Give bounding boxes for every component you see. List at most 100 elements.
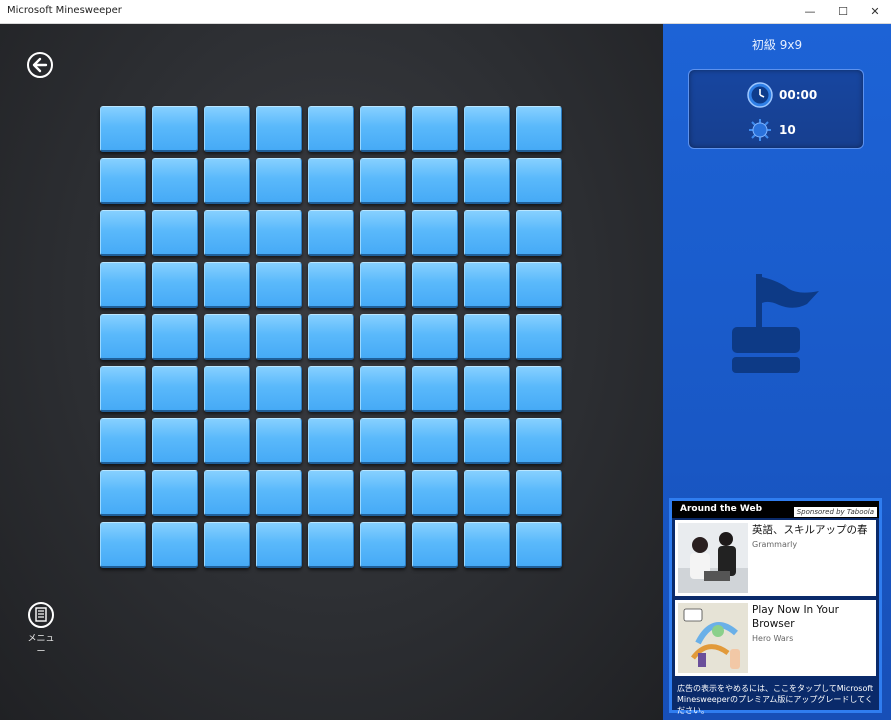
- minefield-tile[interactable]: [308, 106, 354, 152]
- ad-upgrade-notice[interactable]: 広告の表示をやめるには、ここをタップしてMicrosoft Minesweepe…: [677, 683, 877, 716]
- minefield-tile[interactable]: [204, 470, 250, 516]
- minimize-button[interactable]: —: [794, 0, 826, 23]
- minefield-tile[interactable]: [152, 262, 198, 308]
- minefield-tile[interactable]: [152, 158, 198, 204]
- minefield-tile[interactable]: [516, 418, 562, 464]
- minefield-tile[interactable]: [464, 418, 510, 464]
- minefield-tile[interactable]: [412, 314, 458, 360]
- minefield-tile[interactable]: [360, 158, 406, 204]
- minefield-tile[interactable]: [412, 470, 458, 516]
- minefield-tile[interactable]: [256, 262, 302, 308]
- minefield-tile[interactable]: [464, 262, 510, 308]
- minefield-tile[interactable]: [256, 314, 302, 360]
- back-button[interactable]: [27, 52, 53, 78]
- minefield-tile[interactable]: [100, 366, 146, 412]
- minefield-tile[interactable]: [360, 314, 406, 360]
- minefield-tile[interactable]: [308, 314, 354, 360]
- minefield-tile[interactable]: [100, 158, 146, 204]
- minefield-tile[interactable]: [100, 470, 146, 516]
- minefield-tile[interactable]: [100, 418, 146, 464]
- minefield-tile[interactable]: [516, 522, 562, 568]
- maximize-button[interactable]: ☐: [827, 0, 859, 23]
- minefield-tile[interactable]: [464, 366, 510, 412]
- minefield-tile[interactable]: [464, 158, 510, 204]
- minefield-tile[interactable]: [256, 158, 302, 204]
- minefield-tile[interactable]: [308, 210, 354, 256]
- minefield-tile[interactable]: [412, 418, 458, 464]
- minefield-tile[interactable]: [152, 418, 198, 464]
- minefield-tile[interactable]: [152, 106, 198, 152]
- minefield-tile[interactable]: [412, 106, 458, 152]
- minefield-tile[interactable]: [308, 418, 354, 464]
- ad-item[interactable]: 英語、スキルアップの春 Grammarly: [675, 520, 876, 596]
- minefield-tile[interactable]: [256, 106, 302, 152]
- minefield-tile[interactable]: [152, 314, 198, 360]
- minefield-tile[interactable]: [308, 366, 354, 412]
- minefield-tile[interactable]: [360, 106, 406, 152]
- minefield-tile[interactable]: [100, 210, 146, 256]
- minefield-tile[interactable]: [412, 366, 458, 412]
- minefield-tile[interactable]: [204, 210, 250, 256]
- minefield-tile[interactable]: [516, 262, 562, 308]
- minefield-tile[interactable]: [204, 418, 250, 464]
- minefield-tile[interactable]: [516, 210, 562, 256]
- level-label: 初級 9x9: [751, 38, 803, 52]
- minefield-tile[interactable]: [204, 106, 250, 152]
- minefield-tile[interactable]: [100, 262, 146, 308]
- minefield-tile[interactable]: [308, 522, 354, 568]
- timer-value: 00:00: [779, 88, 818, 102]
- minefield-tile[interactable]: [256, 470, 302, 516]
- mine-icon: [749, 119, 771, 141]
- minefield-tile[interactable]: [308, 470, 354, 516]
- minefield-tile[interactable]: [256, 418, 302, 464]
- minefield-tile[interactable]: [152, 210, 198, 256]
- minefield-tile[interactable]: [360, 366, 406, 412]
- minefield-tile[interactable]: [100, 106, 146, 152]
- minefield-tile[interactable]: [100, 314, 146, 360]
- arrow-left-icon: [32, 57, 48, 73]
- minefield-tile[interactable]: [152, 470, 198, 516]
- ad-item[interactable]: Play Now In Your Browser Hero Wars: [675, 600, 876, 676]
- minefield-tile[interactable]: [256, 210, 302, 256]
- minefield-tile[interactable]: [204, 262, 250, 308]
- minefield-tile[interactable]: [204, 314, 250, 360]
- minefield-tile[interactable]: [360, 522, 406, 568]
- minefield-tile[interactable]: [464, 470, 510, 516]
- minefield-tile[interactable]: [464, 106, 510, 152]
- minefield-tile[interactable]: [308, 262, 354, 308]
- minefield-tile[interactable]: [412, 522, 458, 568]
- minefield-tile[interactable]: [412, 210, 458, 256]
- menu-button[interactable]: メニュー: [25, 602, 57, 657]
- minefield-tile[interactable]: [464, 522, 510, 568]
- minefield-tile[interactable]: [516, 158, 562, 204]
- minefield-tile[interactable]: [256, 522, 302, 568]
- minefield-tile[interactable]: [256, 366, 302, 412]
- minefield-tile[interactable]: [464, 314, 510, 360]
- minefield-grid: [100, 106, 562, 568]
- minefield-tile[interactable]: [204, 522, 250, 568]
- timer-row: 00:00: [747, 82, 817, 108]
- minefield-tile[interactable]: [360, 418, 406, 464]
- minefield-tile[interactable]: [516, 470, 562, 516]
- minefield-tile[interactable]: [100, 522, 146, 568]
- minefield-tile[interactable]: [516, 106, 562, 152]
- minefield-tile[interactable]: [360, 262, 406, 308]
- ad-panel[interactable]: Around the Web Sponsored by Taboola 英語、ス…: [669, 498, 882, 716]
- minefield-tile[interactable]: [464, 210, 510, 256]
- minefield-tile[interactable]: [152, 522, 198, 568]
- title-bar: Microsoft Minesweeper — ☐ ✕: [0, 0, 891, 24]
- minefield-tile[interactable]: [204, 366, 250, 412]
- flag-toggle-button[interactable]: [729, 269, 821, 383]
- close-button[interactable]: ✕: [859, 0, 891, 23]
- minefield-tile[interactable]: [204, 158, 250, 204]
- minefield-tile[interactable]: [152, 366, 198, 412]
- ad-thumbnail-image: [678, 523, 748, 593]
- ad-header-title: Around the Web: [680, 504, 763, 514]
- minefield-tile[interactable]: [412, 158, 458, 204]
- minefield-tile[interactable]: [412, 262, 458, 308]
- minefield-tile[interactable]: [360, 470, 406, 516]
- minefield-tile[interactable]: [360, 210, 406, 256]
- minefield-tile[interactable]: [516, 366, 562, 412]
- minefield-tile[interactable]: [308, 158, 354, 204]
- minefield-tile[interactable]: [516, 314, 562, 360]
